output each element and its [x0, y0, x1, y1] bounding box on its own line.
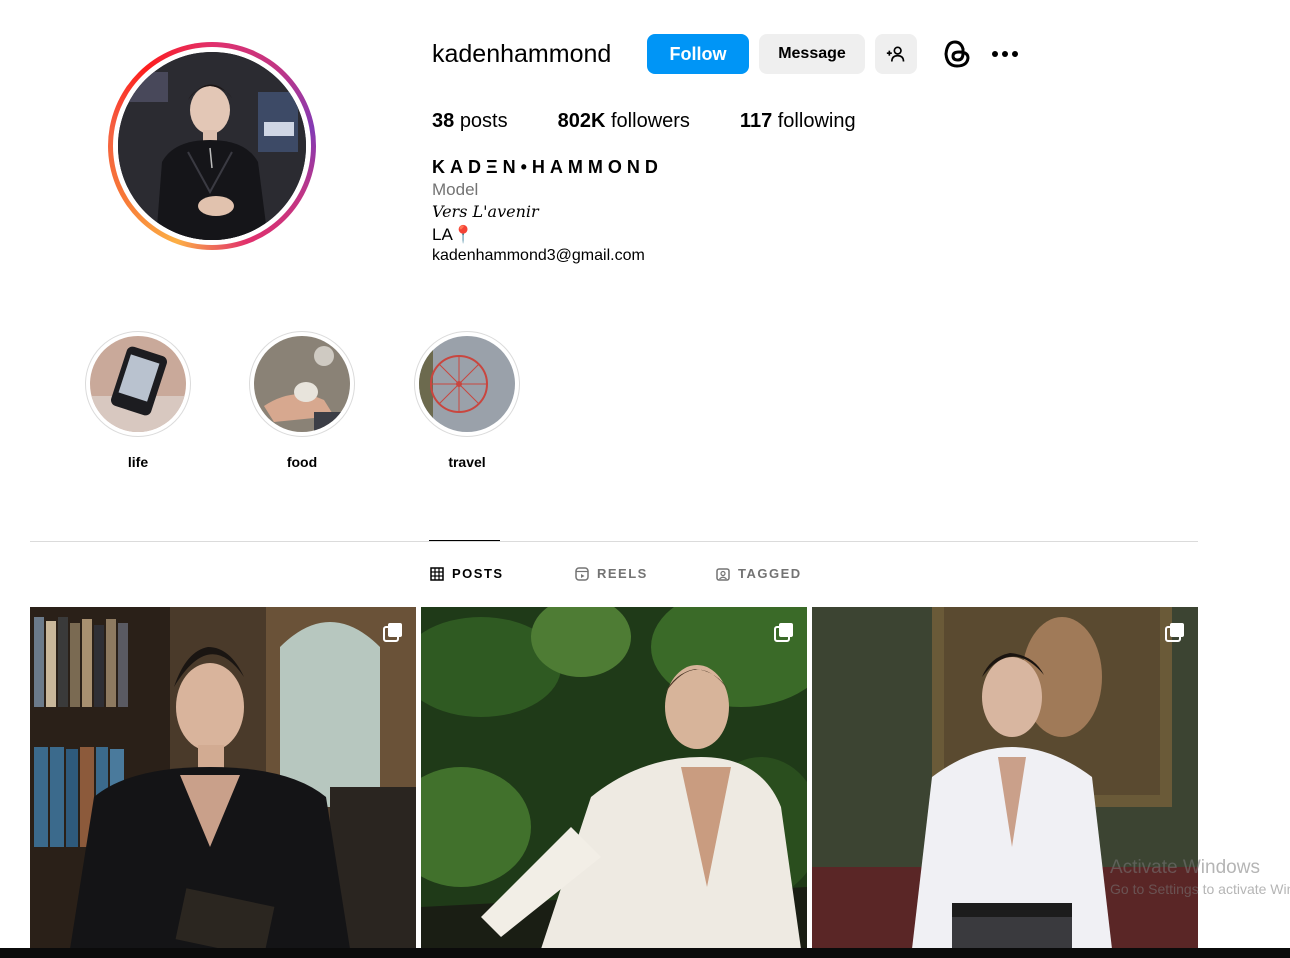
windows-activation-subtitle: Go to Settings to activate Windows.: [1110, 881, 1290, 897]
avatar-photo: [118, 52, 306, 240]
following-count: 117: [739, 110, 773, 132]
bio-tagline: Vers L'avenir: [432, 202, 539, 221]
profile-username: kadenhammond: [432, 40, 612, 68]
highlight-ring: [85, 331, 191, 437]
highlight-cover-food: [254, 336, 350, 432]
windows-activation-title: Activate Windows: [1110, 857, 1260, 878]
bio-display-name: KADΞN•HAMMOND: [432, 157, 663, 177]
tab-posts[interactable]: POSTS: [430, 566, 504, 581]
threads-logo-icon: [944, 40, 970, 68]
threads-icon[interactable]: [940, 36, 974, 72]
highlight-cover-travel: [419, 336, 515, 432]
bio-location: LA📍: [432, 225, 474, 244]
post-image-library: [30, 607, 416, 949]
highlight-label: food: [286, 454, 318, 470]
post-thumbnail[interactable]: [812, 607, 1198, 949]
multi-photo-icon: [383, 623, 402, 642]
highlight-life[interactable]: life: [85, 331, 191, 470]
highlight-illustration: [90, 336, 186, 432]
dot-icon: [1002, 51, 1008, 57]
post-thumbnail[interactable]: [421, 607, 807, 949]
active-tab-indicator: [429, 540, 500, 541]
highlight-label: life: [127, 454, 149, 470]
tab-tagged[interactable]: TAGGED: [716, 566, 802, 581]
avatar-border: [113, 47, 311, 245]
post-image-jungle: [421, 607, 807, 949]
profile-avatar[interactable]: [108, 42, 316, 250]
multi-photo-icon: [1165, 623, 1184, 642]
highlight-label: travel: [448, 454, 486, 470]
message-button[interactable]: Message: [759, 34, 865, 74]
tab-reels[interactable]: REELS: [575, 566, 648, 581]
highlight-food[interactable]: food: [249, 331, 355, 470]
highlight-ring: [249, 331, 355, 437]
tab-label: POSTS: [452, 566, 504, 581]
avatar-illustration: [118, 52, 306, 240]
tab-label: TAGGED: [738, 566, 802, 581]
posts-count: 38: [432, 110, 455, 132]
taskbar: [0, 948, 1290, 958]
grid-icon: [430, 566, 444, 581]
dot-icon: [992, 51, 998, 57]
highlight-travel[interactable]: travel: [414, 331, 520, 470]
multi-photo-icon: [774, 623, 793, 642]
followers-count: 802K: [557, 110, 606, 132]
posts-label: posts: [459, 110, 508, 132]
bio-email: kadenhammond3@gmail.com: [432, 247, 645, 264]
dot-icon: [1012, 51, 1018, 57]
highlight-cover-life: [90, 336, 186, 432]
tab-label: REELS: [597, 566, 648, 581]
following-stat[interactable]: 117 following: [740, 110, 856, 133]
follow-button[interactable]: Follow: [647, 34, 749, 74]
profile-stats: 38 posts 802K followers 117 following: [432, 110, 906, 133]
person-add-icon: [886, 46, 905, 62]
suggested-accounts-button[interactable]: [875, 34, 917, 74]
tagged-icon: [716, 567, 730, 581]
bio-category: Model: [432, 180, 479, 199]
highlight-illustration: [419, 336, 515, 432]
followers-stat[interactable]: 802K followers: [558, 110, 690, 133]
following-label: following: [777, 110, 856, 132]
more-options-icon[interactable]: [988, 40, 1022, 68]
post-image-gallery: [812, 607, 1198, 949]
post-thumbnail[interactable]: [30, 607, 416, 949]
reels-icon: [575, 566, 589, 581]
tabs-divider: [30, 541, 1198, 542]
highlight-ring: [414, 331, 520, 437]
posts-stat: 38 posts: [432, 110, 508, 133]
highlight-illustration: [254, 336, 350, 432]
followers-label: followers: [611, 110, 690, 132]
